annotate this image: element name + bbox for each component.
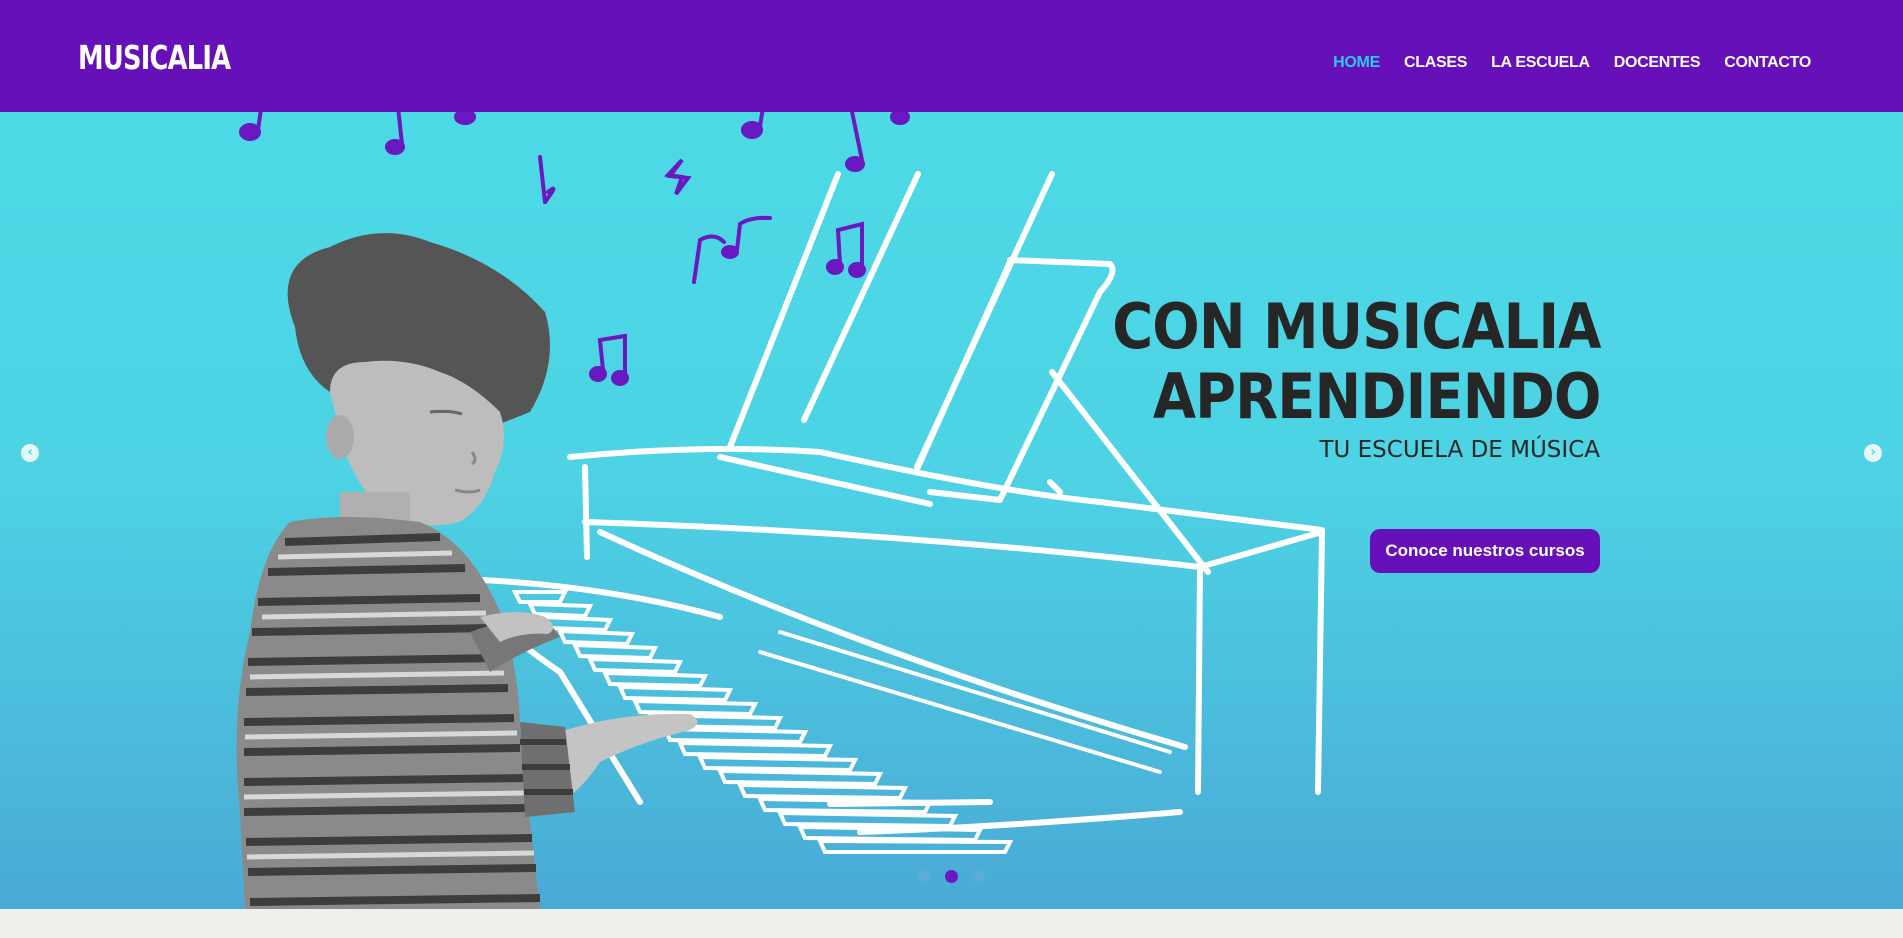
courses-cta-button[interactable]: Conoce nuestros cursos [1370,529,1600,573]
chevron-left-icon: ‹ [27,445,33,460]
nav-item-contacto[interactable]: CONTACTO [1724,54,1811,72]
nav-item-docentes[interactable]: DOCENTES [1614,54,1701,72]
main-nav: HOME CLASES LA ESCUELA DOCENTES CONTACTO [1333,54,1811,72]
chevron-right-icon: › [1870,445,1876,460]
slider-dot-3[interactable] [972,870,985,883]
slider-prev-button[interactable]: ‹ [21,444,39,462]
hero-headline-line-2: APRENDIENDO [1152,360,1601,433]
nav-item-clases[interactable]: CLASES [1404,54,1467,72]
site-header: MUSICALIA HOME CLASES LA ESCUELA DOCENTE… [0,0,1903,112]
hero-headline-line-1: CON MUSICALIA [1111,290,1601,363]
nav-item-la-escuela[interactable]: LA ESCUELA [1491,54,1590,72]
nav-item-home[interactable]: HOME [1333,54,1380,72]
hero-headline: CON MUSICALIA APRENDIENDO [1111,290,1601,433]
hero-illustration [236,112,1325,909]
slider-dot-2[interactable] [945,870,958,883]
site-logo[interactable]: MUSICALIA [78,38,231,77]
slider-dot-1[interactable] [918,870,931,883]
slider-next-button[interactable]: › [1864,444,1882,462]
hero-slider: CON MUSICALIA APRENDIENDO TU ESCUELA DE … [0,112,1903,909]
boy-figure [236,233,698,909]
hero-subheading: TU ESCUELA DE MÚSICA [1319,437,1600,463]
slider-pagination [918,870,985,883]
